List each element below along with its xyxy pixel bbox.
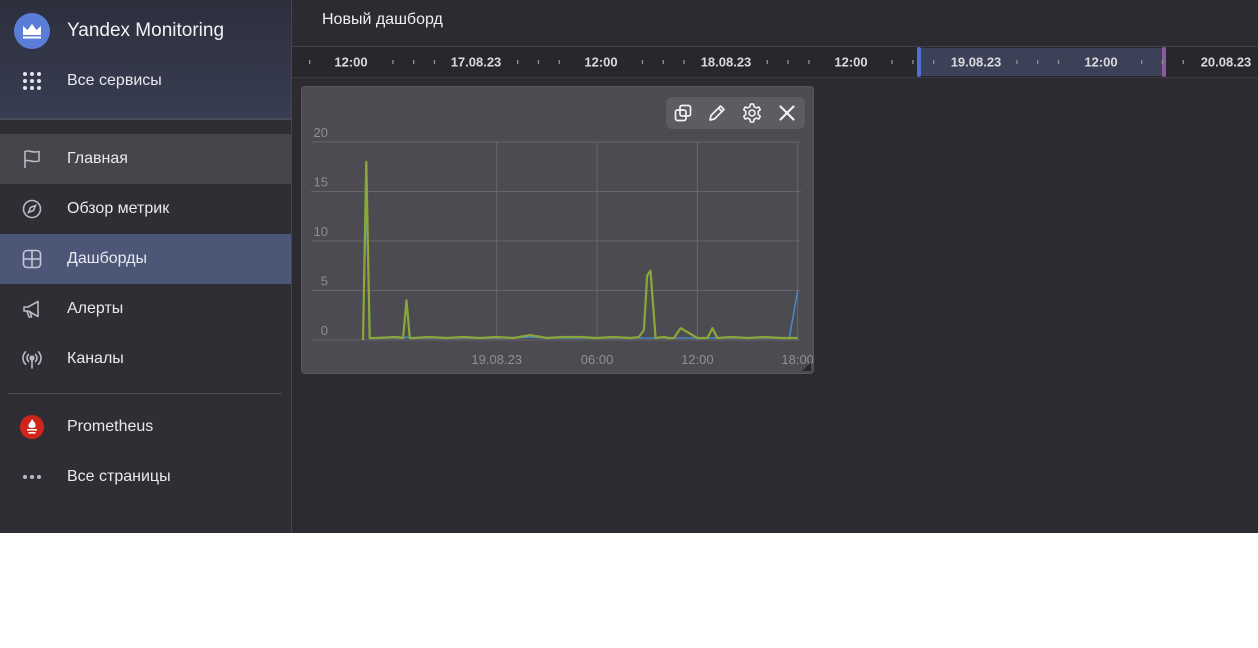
page-title[interactable]: Новый дашборд: [322, 11, 443, 29]
time-range-timeline[interactable]: 12:00 17.08.23 12:00 18.08.23 12:00 19.08.23 1…: [292, 46, 1258, 78]
sidebar-divider: [8, 393, 282, 394]
all-services-button[interactable]: Все сервисы: [0, 56, 291, 106]
y-tick-label: 15: [314, 175, 328, 190]
sidebar-item-label: Prometheus: [67, 418, 154, 435]
sidebar-item-label: Главная: [67, 150, 128, 167]
sidebar-item-dashboards[interactable]: Дашборды: [0, 234, 291, 284]
timeline-tick: [517, 60, 519, 64]
crown-logo-icon: [14, 13, 50, 49]
compass-icon: [20, 197, 44, 221]
widget-toolbar: [666, 97, 805, 129]
sidebar: Yandex Monitoring Все сервисы Главная Об…: [0, 0, 292, 533]
timeline-tick: [808, 60, 810, 64]
timeline-tick: [433, 60, 436, 64]
timeline-tick: [787, 60, 789, 64]
timeline-label: 17.08.23: [451, 55, 502, 70]
sidebar-item-label: Все страницы: [67, 468, 171, 485]
timeline-tick: [912, 60, 914, 64]
sidebar-item-label: Дашборды: [67, 250, 147, 267]
timeline-tick: [662, 60, 664, 64]
all-services-label: Все сервисы: [67, 72, 162, 89]
sidebar-item-metrics[interactable]: Обзор метрик: [0, 184, 291, 234]
sidebar-item-channels[interactable]: Каналы: [0, 334, 291, 384]
megaphone-icon: [20, 297, 44, 321]
timeline-tick: [1182, 60, 1184, 64]
chart-widget[interactable]: 0 5 10 15 20 19.08.23 06:00 12:00 18:00: [302, 87, 813, 373]
close-icon[interactable]: [775, 101, 799, 125]
x-tick-label: 19.08.23: [471, 352, 522, 367]
broadcast-icon: [20, 347, 44, 371]
sidebar-item-label: Каналы: [67, 350, 124, 367]
timeline-tick: [392, 60, 394, 64]
y-tick-label: 20: [314, 125, 328, 140]
sidebar-item-prometheus[interactable]: Prometheus: [0, 402, 291, 452]
range-handle-right[interactable]: [1162, 47, 1166, 77]
sidebar-item-all-pages[interactable]: Все страницы: [0, 452, 291, 502]
brand-name: Yandex Monitoring: [67, 20, 225, 41]
timeline-tick: [641, 60, 644, 64]
flag-icon: [20, 147, 44, 171]
timeline-tick: [537, 60, 540, 64]
prometheus-icon: [20, 415, 44, 439]
apps-grid-icon: [20, 69, 44, 93]
sidebar-item-alerts[interactable]: Алерты: [0, 284, 291, 334]
timeline-tick: [891, 60, 893, 64]
series-line: [362, 195, 799, 341]
series-line: [361, 160, 798, 341]
brand-link[interactable]: Yandex Monitoring: [0, 6, 291, 56]
sidebar-item-label: Обзор метрик: [67, 200, 170, 217]
more-dots-icon: [20, 465, 44, 489]
pencil-icon[interactable]: [705, 101, 729, 125]
y-tick-label: 10: [314, 224, 328, 239]
y-tick-label: 0: [321, 323, 328, 338]
line-chart: 0510152019.08.23 06:00 12:00 18:00: [311, 125, 813, 367]
sidebar-item-home[interactable]: Главная: [0, 134, 291, 184]
x-tick-label: 06:00: [581, 352, 614, 367]
timeline-tick: [413, 60, 415, 64]
timeline-label: 18.08.23: [701, 55, 752, 70]
timeline-label: 12:00: [834, 55, 867, 70]
timeline-tick: [309, 60, 311, 64]
page-header: Новый дашборд: [292, 0, 1258, 46]
resize-handle[interactable]: [802, 362, 811, 371]
time-range-selection[interactable]: [918, 48, 1164, 76]
y-tick-label: 5: [321, 274, 328, 289]
range-handle-left[interactable]: [917, 47, 921, 77]
timeline-label: 12:00: [334, 55, 367, 70]
timeline-label: 12:00: [584, 55, 617, 70]
dashboard-grid-icon: [20, 247, 44, 271]
timeline-tick: [558, 60, 560, 64]
sidebar-item-label: Алерты: [67, 300, 124, 317]
gear-icon[interactable]: [740, 101, 764, 125]
timeline-tick: [683, 60, 685, 64]
copy-icon[interactable]: [671, 101, 695, 125]
timeline-tick: [766, 60, 768, 64]
x-tick-label: 12:00: [681, 352, 714, 367]
app-window: Yandex Monitoring Все сервисы Главная Об…: [0, 0, 1258, 533]
timeline-label: 20.08.23: [1201, 55, 1252, 70]
